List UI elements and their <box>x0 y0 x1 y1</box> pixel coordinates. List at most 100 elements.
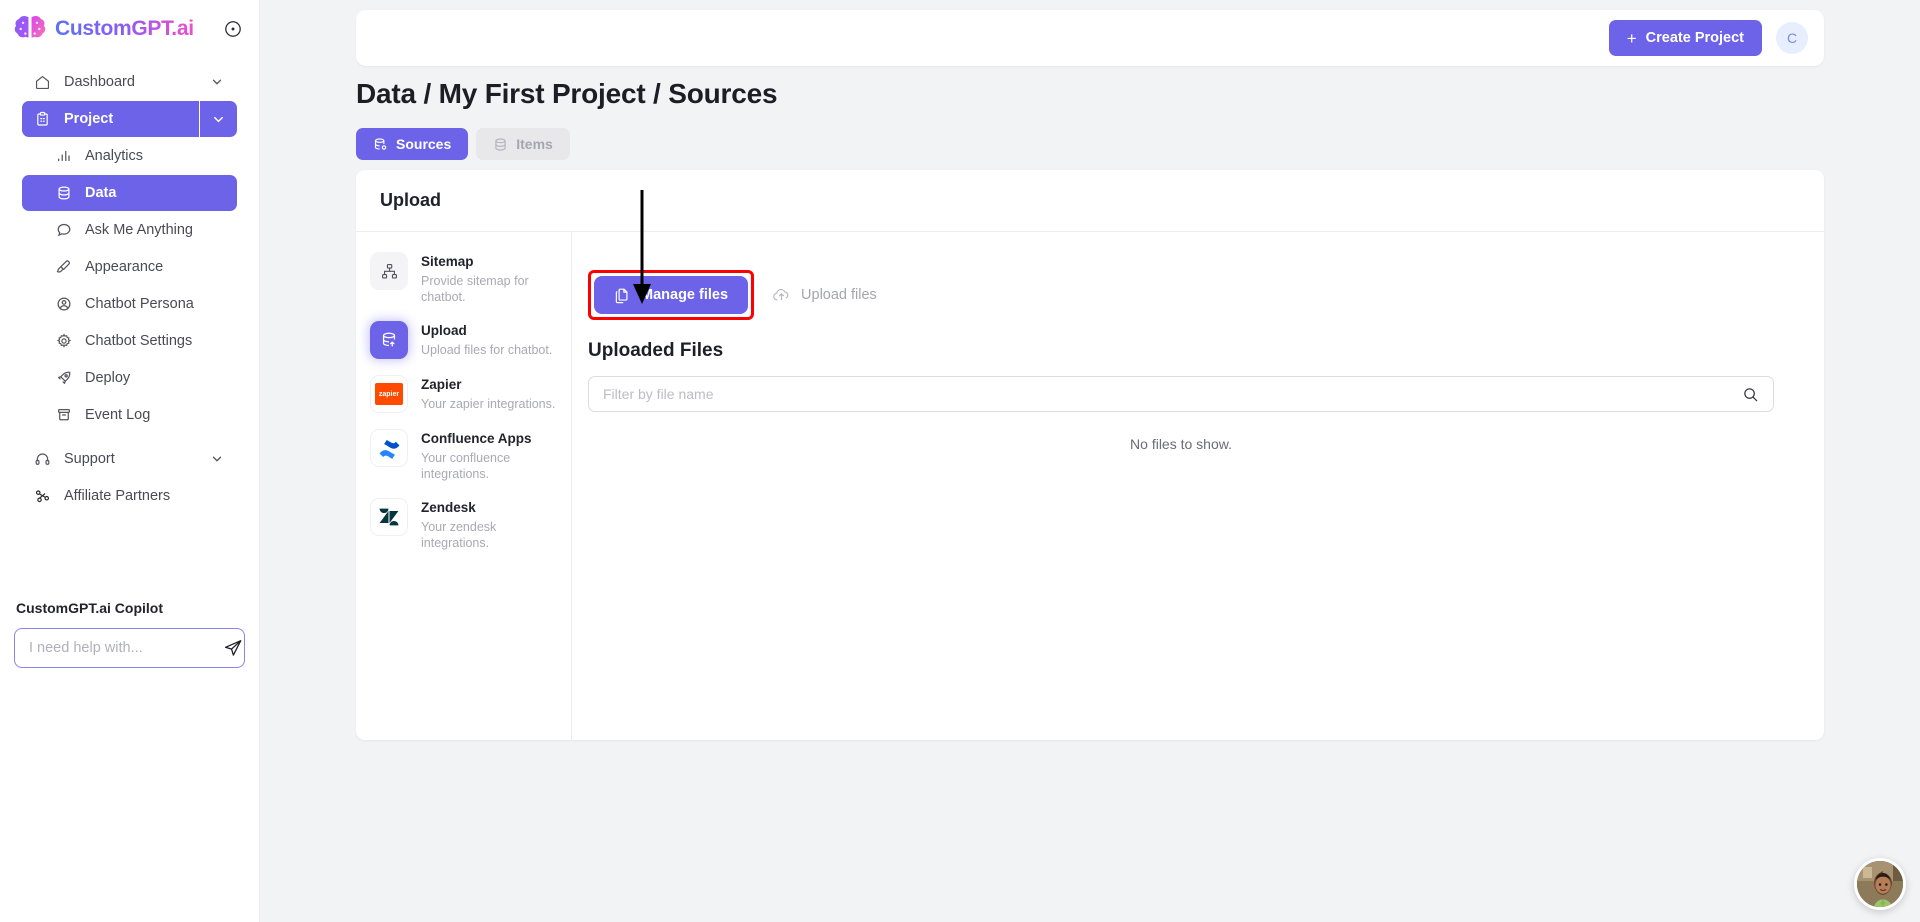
tab-label: Sources <box>396 136 452 152</box>
sidebar-item-label: Deploy <box>85 370 131 386</box>
sidebar-item-label: Support <box>64 451 115 467</box>
sidebar-item-ask-me-anything[interactable]: Ask Me Anything <box>22 212 237 248</box>
sidebar-item-label: Chatbot Persona <box>85 296 194 312</box>
source-item-text: Sitemap Provide sitemap for chatbot. <box>421 252 561 305</box>
create-project-button[interactable]: + Create Project <box>1608 20 1762 56</box>
tab-items[interactable]: Items <box>476 128 570 160</box>
sidebar-item-dashboard[interactable]: Dashboard <box>22 64 237 100</box>
home-icon <box>34 74 51 91</box>
main-area: + Create Project C Data / My First Proje… <box>260 0 1920 922</box>
tab-bar: Sources Items <box>356 128 570 160</box>
sidebar-item-label: Affiliate Partners <box>64 488 171 504</box>
sidebar-nav: Dashboard Project Analytics Data Ask Me … <box>0 64 259 514</box>
app-root: CustomGPT.ai Dashboard Project Analytics… <box>0 0 1920 922</box>
sidebar-item-label: Event Log <box>85 407 151 423</box>
chevron-down-icon[interactable] <box>199 101 237 137</box>
sidebar-item-label: Chatbot Settings <box>85 333 193 349</box>
archive-icon <box>56 407 72 424</box>
page-title: Data / My First Project / Sources <box>356 78 778 109</box>
copilot-input-wrapper[interactable] <box>14 628 245 668</box>
uploaded-files-title: Uploaded Files <box>588 340 724 361</box>
source-item-name: Sitemap <box>421 254 474 269</box>
chevron-down-icon[interactable] <box>209 74 225 90</box>
source-item-desc: Your zapier integrations. <box>421 397 556 411</box>
panel-body: Sitemap Provide sitemap for chatbot. Upl… <box>356 232 1824 740</box>
sidebar-item-affiliate-partners[interactable]: Affiliate Partners <box>22 478 237 514</box>
upload-files-label: Upload files <box>801 287 877 303</box>
paintbrush-icon <box>56 259 72 276</box>
source-item-desc: Your zendesk integrations. <box>421 520 497 550</box>
copilot-input[interactable] <box>29 640 216 656</box>
sidebar-item-label: Analytics <box>85 148 144 164</box>
collapse-circle-icon[interactable] <box>223 19 243 39</box>
source-item-zendesk[interactable]: Zendesk Your zendesk integrations. <box>356 490 571 559</box>
source-item-text: Confluence Apps Your confluence integrat… <box>421 429 561 482</box>
bar-chart-icon <box>56 148 72 165</box>
panel-header: Upload <box>356 170 1824 232</box>
source-item-name: Upload <box>421 323 467 338</box>
gear-icon <box>56 333 72 350</box>
tab-sources[interactable]: Sources <box>356 128 469 160</box>
sidebar-item-label: Dashboard <box>64 74 135 90</box>
chevron-down-icon[interactable] <box>209 451 225 467</box>
rocket-icon <box>56 370 72 387</box>
sidebar-item-label: Ask Me Anything <box>85 222 193 238</box>
sidebar: CustomGPT.ai Dashboard Project Analytics… <box>0 0 260 922</box>
source-item-upload[interactable]: Upload Upload files for chatbot. <box>356 313 571 367</box>
source-type-list: Sitemap Provide sitemap for chatbot. Upl… <box>356 232 572 740</box>
sidebar-item-label: Appearance <box>85 259 164 275</box>
sidebar-item-appearance[interactable]: Appearance <box>22 249 237 285</box>
share-nodes-icon <box>34 488 51 505</box>
search-icon[interactable] <box>1741 385 1759 403</box>
source-item-text: Upload Upload files for chatbot. <box>421 321 552 358</box>
support-agent-avatar[interactable] <box>1854 858 1906 910</box>
copy-files-icon <box>614 287 631 304</box>
copilot-title: CustomGPT.ai Copilot <box>16 600 163 616</box>
upload-files-button[interactable]: Upload files <box>768 276 881 314</box>
clipboard-icon <box>34 111 51 128</box>
sidebar-item-analytics[interactable]: Analytics <box>22 138 237 174</box>
filter-input[interactable] <box>603 386 1741 402</box>
sidebar-item-data[interactable]: Data <box>22 175 237 211</box>
sidebar-item-chatbot-settings[interactable]: Chatbot Settings <box>22 323 237 359</box>
source-item-sitemap[interactable]: Sitemap Provide sitemap for chatbot. <box>356 244 571 313</box>
database-gear-icon <box>373 137 388 152</box>
sidebar-item-chatbot-persona[interactable]: Chatbot Persona <box>22 286 237 322</box>
chat-bubble-icon <box>56 222 72 239</box>
source-item-desc: Provide sitemap for chatbot. <box>421 274 529 304</box>
sidebar-item-deploy[interactable]: Deploy <box>22 360 237 396</box>
source-item-name: Zendesk <box>421 500 476 515</box>
sitemap-icon <box>370 252 408 290</box>
sidebar-item-event-log[interactable]: Event Log <box>22 397 237 433</box>
source-item-zapier[interactable]: zapier Zapier Your zapier integrations. <box>356 367 571 421</box>
sidebar-item-project[interactable]: Project <box>22 101 237 137</box>
headset-icon <box>34 451 51 468</box>
create-project-label: Create Project <box>1645 30 1744 46</box>
manage-files-button[interactable]: Manage files <box>594 276 749 314</box>
send-plane-icon[interactable] <box>222 637 244 659</box>
confluence-logo-icon <box>370 429 408 467</box>
source-item-text: Zapier Your zapier integrations. <box>421 375 555 412</box>
copilot-section: CustomGPT.ai Copilot <box>0 600 259 668</box>
filter-input-wrapper[interactable] <box>588 376 1774 412</box>
database-icon <box>493 137 508 152</box>
upload-panel: Upload Sitemap Provide sitemap for chatb… <box>356 170 1824 740</box>
brain-icon <box>13 14 47 44</box>
cloud-upload-icon <box>772 286 791 304</box>
source-item-desc: Your confluence integrations. <box>421 451 511 481</box>
source-item-confluence-apps[interactable]: Confluence Apps Your confluence integrat… <box>356 421 571 490</box>
avatar[interactable]: C <box>1776 22 1808 54</box>
zapier-logo-icon: zapier <box>370 375 408 413</box>
user-circle-icon <box>56 296 72 313</box>
tab-label: Items <box>516 136 553 152</box>
actions-row: Manage files Upload files <box>588 270 1774 320</box>
plus-icon: + <box>1626 28 1637 48</box>
sidebar-item-support[interactable]: Support <box>22 441 237 477</box>
brand-name: CustomGPT.ai <box>55 17 215 41</box>
upload-content: Manage files Upload files Uploaded Files… <box>572 232 1824 740</box>
manage-files-highlight-wrapper: Manage files <box>588 270 755 320</box>
database-upload-icon <box>370 321 408 359</box>
source-item-text: Zendesk Your zendesk integrations. <box>421 498 561 551</box>
topbar: + Create Project C <box>356 10 1824 66</box>
